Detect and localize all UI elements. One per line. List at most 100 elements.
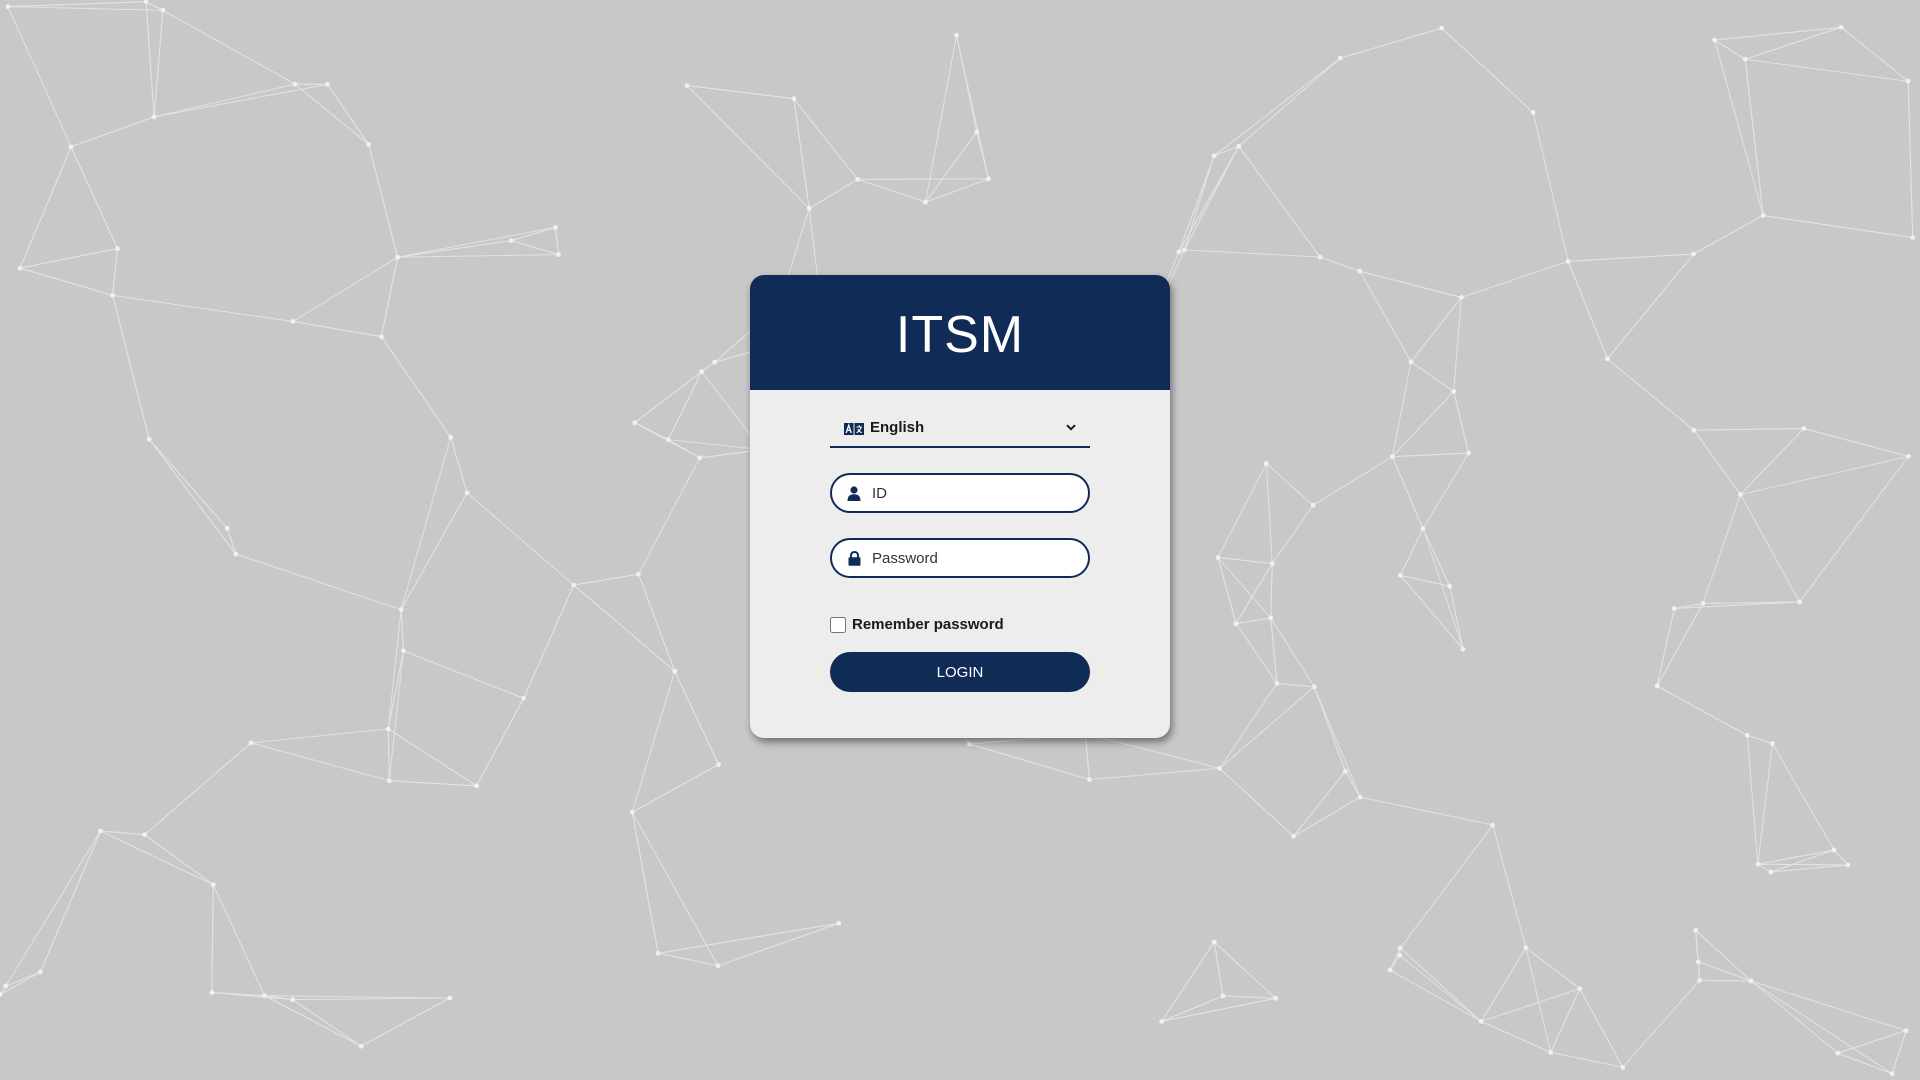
network-line <box>1235 623 1278 684</box>
remember-password-label[interactable]: Remember password <box>852 616 1004 633</box>
network-line <box>701 361 716 373</box>
network-line <box>631 671 676 813</box>
network-line <box>39 830 101 973</box>
network-node <box>1490 822 1496 828</box>
network-line <box>631 812 659 954</box>
network-line <box>1745 58 1909 82</box>
network-node <box>290 997 296 1002</box>
network-line <box>1750 980 1893 1075</box>
network-line <box>1213 941 1277 999</box>
id-field[interactable] <box>830 473 1090 513</box>
network-line <box>148 439 237 555</box>
network-line <box>5 830 101 987</box>
network-node <box>146 436 152 442</box>
network-node <box>1760 213 1766 218</box>
network-line <box>1399 947 1482 1022</box>
network-line <box>1391 361 1412 457</box>
network-node <box>115 246 120 251</box>
user-icon <box>846 485 862 501</box>
network-line <box>658 952 719 967</box>
network-node <box>697 455 703 461</box>
network-node <box>292 81 298 87</box>
network-line <box>1399 528 1424 576</box>
login-button[interactable]: LOGIN <box>830 652 1090 692</box>
network-node <box>68 144 74 150</box>
network-node <box>1695 959 1701 965</box>
network-node <box>1889 1071 1895 1077</box>
network-node <box>1530 110 1536 115</box>
network-line <box>397 254 559 258</box>
network-line <box>1359 270 1412 363</box>
network-line <box>1449 586 1464 650</box>
network-line <box>70 116 155 148</box>
network-node <box>401 648 406 654</box>
network-line <box>1550 988 1581 1053</box>
remember-password-checkbox[interactable] <box>830 616 846 633</box>
network-line <box>1837 1030 1907 1054</box>
network-line <box>1699 979 1752 982</box>
network-line <box>1747 734 1773 745</box>
network-line <box>1313 686 1361 798</box>
network-node <box>1236 143 1242 149</box>
network-line <box>466 492 575 586</box>
network-node <box>552 224 558 230</box>
network-node <box>556 252 561 257</box>
network-line <box>20 248 118 269</box>
id-input[interactable] <box>870 483 1064 503</box>
network-node <box>1838 24 1844 30</box>
network-line <box>1740 428 1805 495</box>
password-field[interactable] <box>830 538 1090 578</box>
network-line <box>1271 505 1314 564</box>
network-line <box>1422 452 1470 529</box>
network-line <box>162 9 296 85</box>
network-line <box>264 995 362 1047</box>
network-node <box>1458 295 1464 300</box>
network-line <box>1891 1030 1907 1074</box>
network-line <box>387 728 390 781</box>
network-line <box>658 922 839 954</box>
network-node <box>1835 1050 1841 1056</box>
network-line <box>0 971 41 995</box>
network-node <box>1845 862 1851 868</box>
remember-password-row: Remember password <box>830 616 1090 633</box>
network-line <box>1389 969 1482 1022</box>
language-select[interactable]: English <box>830 408 1090 448</box>
network-node <box>806 205 812 211</box>
network-line <box>1656 608 1675 687</box>
network-node <box>1397 572 1403 578</box>
network-line <box>1238 57 1341 147</box>
network-line <box>686 85 794 100</box>
network-node <box>160 7 166 13</box>
network-node <box>1397 945 1403 951</box>
network-node <box>632 420 638 426</box>
network-node <box>447 995 453 1001</box>
network-node <box>1801 426 1807 431</box>
network-node <box>836 920 842 926</box>
network-node <box>1273 995 1279 1001</box>
network-line <box>292 256 398 322</box>
network-node <box>1742 56 1748 62</box>
network-line <box>389 780 477 787</box>
network-line <box>717 922 839 967</box>
network-node <box>1654 683 1660 689</box>
network-node <box>699 369 705 375</box>
network-line <box>1392 452 1469 458</box>
network-line <box>1410 361 1455 392</box>
network-node <box>1693 927 1699 933</box>
network-line <box>1184 249 1321 258</box>
network-node <box>398 607 404 612</box>
network-line <box>1532 112 1569 262</box>
network-line <box>1492 824 1527 948</box>
network-node <box>98 828 103 834</box>
network-line <box>1803 427 1909 457</box>
password-input[interactable] <box>870 548 1064 568</box>
network-line <box>250 742 390 782</box>
network-node <box>1357 268 1363 274</box>
network-line <box>148 439 228 529</box>
network-line <box>638 574 676 672</box>
network-node <box>1831 847 1837 853</box>
network-line <box>400 437 452 610</box>
network-line <box>1392 391 1455 457</box>
network-line <box>1744 59 1764 216</box>
network-line <box>1235 617 1271 625</box>
